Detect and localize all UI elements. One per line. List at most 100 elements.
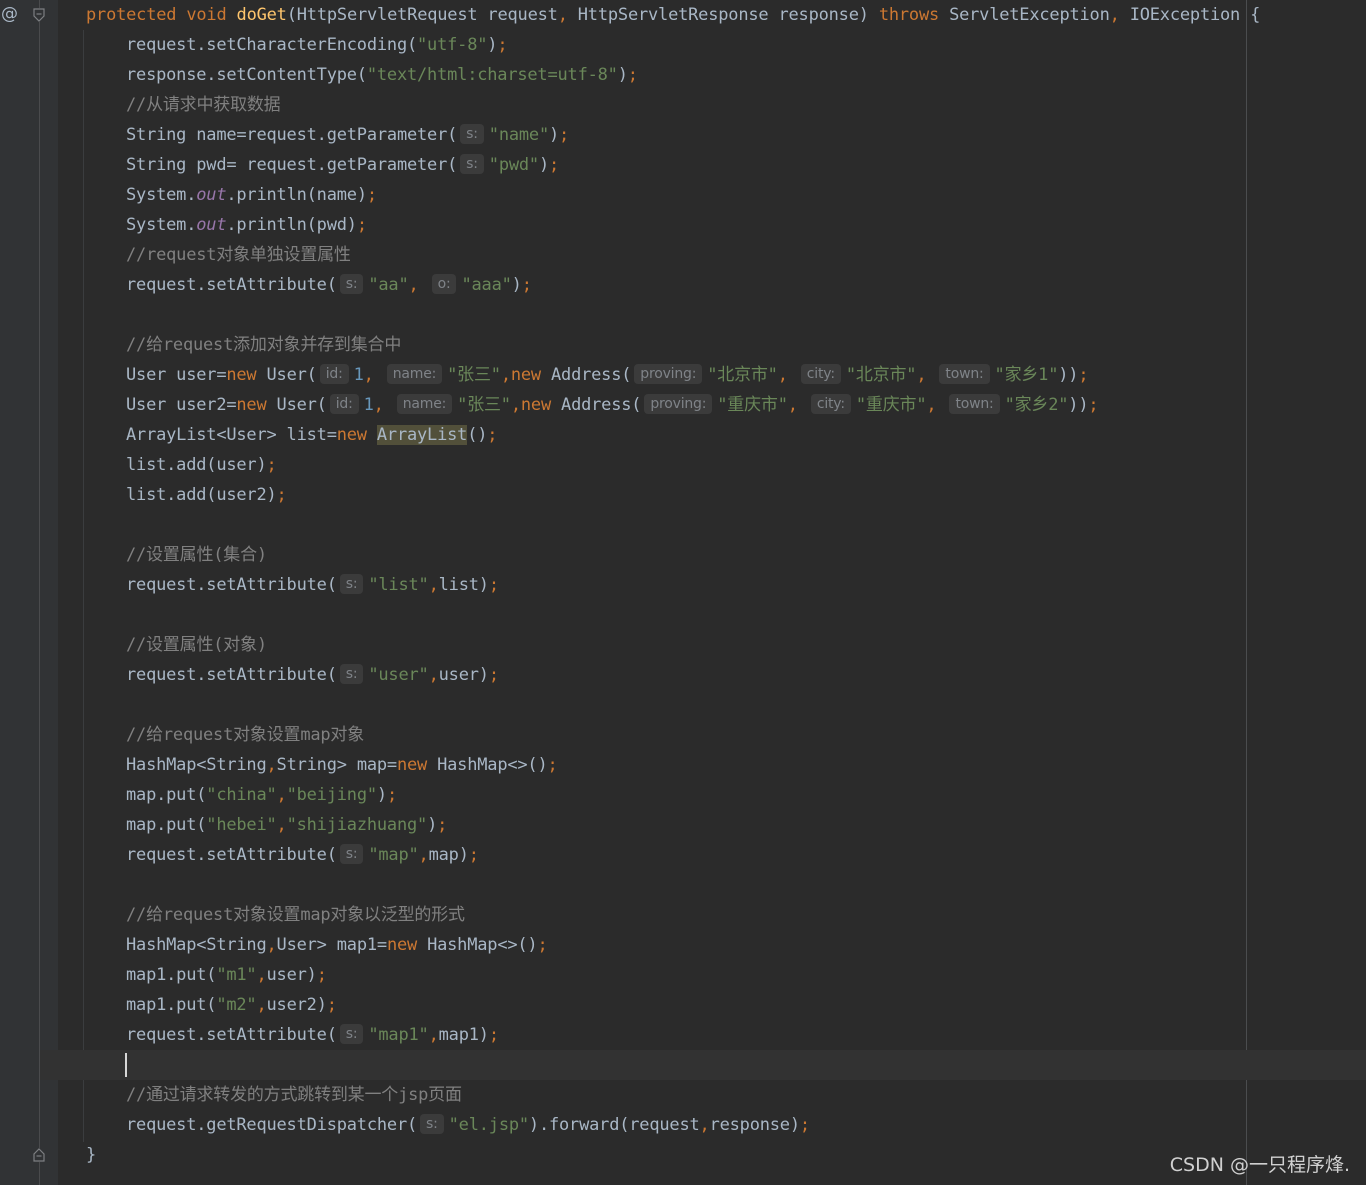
code-line[interactable]: String pwd= request.getParameter(s: "pwd"… [126,150,559,180]
code-line[interactable]: request.setAttribute(s: "map",map); [126,840,479,870]
method-name-token: doGet [236,5,287,25]
code-line[interactable]: request.setAttribute(s: "aa", o: "aaa"); [126,270,532,300]
code-line[interactable]: //给request对象设置map对象以泛型的形式 [126,900,465,930]
keyword-token: new [226,365,267,385]
code-line[interactable]: System.out.println(name); [126,180,377,210]
parameter-hint: s: [339,664,364,684]
code-line[interactable]: response.setContentType("text/html:chars… [126,60,638,90]
code-line[interactable]: map1.put("m2",user2); [126,990,337,1020]
string-literal: "m1" [216,965,257,985]
string-literal: "m2" [216,995,257,1015]
code-line[interactable]: //通过请求转发的方式跳转到某一个jsp页面 [126,1080,462,1110]
highlighted-token: ArrayList [376,425,468,445]
code-line[interactable]: request.setCharacterEncoding("utf-8"); [126,30,508,60]
keyword-token: ; [627,65,638,85]
code-token: User( [276,395,327,415]
keyword-token: ; [468,845,479,865]
string-literal: "china" [206,785,277,805]
code-token: HashMap<>() [437,755,548,775]
parameter-hint: proving: [634,364,703,384]
string-literal: "utf-8" [417,35,488,55]
code-line[interactable]: //给request对象设置map对象 [126,720,364,750]
code-token: map1) [438,1025,489,1045]
code-token: response) [709,1115,801,1135]
parameter-hint: s: [460,154,484,174]
code-token: User user= [126,365,227,385]
static-field-token: out [196,215,227,235]
keyword-token: , [428,575,439,595]
code-line[interactable]: request.setAttribute(s: "user",user); [126,660,499,690]
code-line[interactable]: HashMap<String,User> map1=new HashMap<>(… [126,930,548,960]
code-line[interactable]: map1.put("m1",user); [126,960,327,990]
code-token: map) [428,845,469,865]
keyword-token: ; [326,995,337,1015]
string-literal: "张三" [447,365,501,385]
code-line[interactable]: //request对象单独设置属性 [126,240,351,270]
static-field-token: out [196,185,227,205]
code-token: map1.put( [126,995,217,1015]
string-literal: "beijing" [286,785,378,805]
code-line[interactable]: ArrayList<User> list=new ArrayList(); [126,420,498,450]
keyword-token: ; [437,815,448,835]
comment-token: //设置属性(对象) [126,635,267,655]
code-token: User user2= [126,395,237,415]
code-token: map.put( [126,785,207,805]
code-editor[interactable]: @ protected void doGet(HttpServletReques… [0,0,1366,1185]
string-literal: "el.jsp" [448,1115,529,1135]
code-line[interactable]: //设置属性(集合) [126,540,267,570]
parameter-hint: city: [800,364,841,384]
keyword-token: , [926,395,947,415]
code-line[interactable]: request.setAttribute(s: "list",list); [126,570,499,600]
editor-gutter[interactable] [0,0,58,1185]
override-marker-icon[interactable]: @ [1,3,18,25]
code-line[interactable]: request.getRequestDispatcher(s: "el.jsp")… [126,1110,810,1140]
code-token: request.setAttribute( [126,1025,337,1045]
code-token: ServletException [949,5,1110,25]
string-literal: "pwd" [488,155,539,175]
number-literal: 1 [353,365,364,385]
code-token: request.setAttribute( [126,665,337,685]
string-literal: "张三" [457,395,511,415]
code-line[interactable]: User user=new User(id: 1, name: "张三",new A… [126,360,1089,390]
code-token: list.add(user2) [126,485,277,505]
code-token: Address( [551,365,632,385]
parameter-hint: town: [949,394,1000,414]
watermark: CSDN @一只程序烽. [1169,1154,1350,1176]
code-line[interactable]: map.put("china","beijing"); [126,780,397,810]
code-line[interactable]: String name=request.getParameter(s: "name… [126,120,569,150]
parameter-hint: city: [810,394,851,414]
fold-method-icon[interactable] [32,8,46,22]
code-line[interactable]: map.put("hebei","shijiazhuang"); [126,810,447,840]
parameter-hint: id: [319,364,349,384]
code-line[interactable]: System.out.println(pwd); [126,210,367,240]
code-token: Address( [561,395,642,415]
parameter-hint: name: [386,364,443,384]
code-line[interactable]: list.add(user2); [126,480,287,510]
keyword-token: ; [366,185,377,205]
code-line[interactable]: } [86,1140,96,1170]
keyword-token: , [266,935,277,955]
string-literal: "北京市" [707,365,778,385]
code-token: System. [126,215,197,235]
code-line[interactable]: //设置属性(对象) [126,630,267,660]
code-line[interactable]: list.add(user); [126,450,277,480]
parameter-hint: s: [339,574,364,594]
string-literal: "北京市" [845,365,917,385]
code-line[interactable]: request.setAttribute(s: "map1",map1); [126,1020,499,1050]
code-line[interactable]: HashMap<String,String> map=new HashMap<>… [126,750,558,780]
code-token: ) [538,155,550,175]
text-caret [125,1053,127,1077]
code-line[interactable]: protected void doGet(HttpServletRequest … [86,0,1260,30]
parameter-hint: proving: [644,394,713,414]
keyword-token: ; [547,755,558,775]
parameter-hint: s: [339,274,364,294]
code-token: .println(pwd) [226,215,357,235]
code-token: request.getRequestDispatcher( [126,1115,418,1135]
string-literal: "shijiazhuang" [286,815,428,835]
code-token: ) [511,275,522,295]
code-line[interactable]: //从请求中获取数据 [126,90,281,120]
code-line[interactable]: //给request添加对象并存到集合中 [126,330,401,360]
code-line[interactable]: User user2=new User(id: 1, name: "张三",new … [126,390,1099,420]
fold-method-end-icon[interactable] [32,1148,46,1162]
string-literal: "家乡2" [1004,395,1069,415]
